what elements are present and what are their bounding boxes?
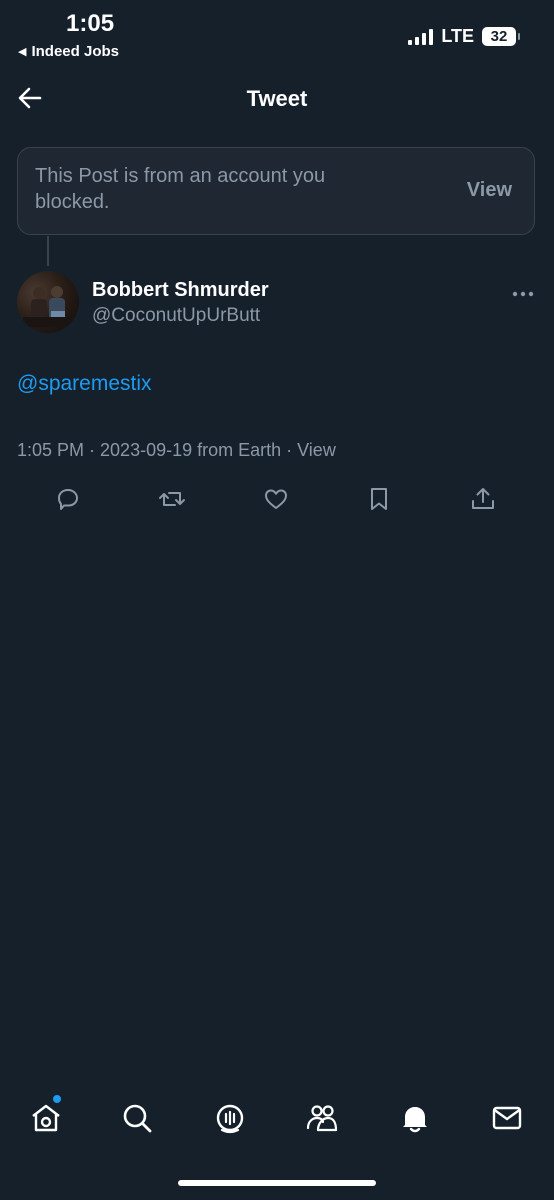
page-title: Tweet xyxy=(246,86,308,111)
battery-level: 32 xyxy=(490,28,508,45)
status-indicators: LTE 32 xyxy=(408,26,520,47)
search-icon[interactable] xyxy=(119,1100,155,1136)
tweet-meta: 1:05 PM · 2023-09-19 from Earth · View xyxy=(17,440,336,460)
reply-icon[interactable] xyxy=(53,484,83,514)
blocked-notice-text: This Post is from an account you blocked… xyxy=(35,165,326,213)
back-triangle-icon: ◀ xyxy=(18,46,27,58)
top-header: Tweet xyxy=(0,72,554,124)
signal-icon xyxy=(408,28,434,45)
thread-connector-line xyxy=(47,236,49,266)
back-app-label: Indeed Jobs xyxy=(31,43,119,60)
communities-icon[interactable] xyxy=(304,1100,340,1136)
more-options-icon[interactable] xyxy=(512,286,534,297)
spaces-icon[interactable] xyxy=(212,1100,248,1136)
bottom-tab-bar xyxy=(0,1090,554,1146)
network-label: LTE xyxy=(441,26,474,46)
tweet-actions xyxy=(0,480,554,520)
status-time: 1:05 xyxy=(66,10,115,37)
notifications-icon[interactable] xyxy=(397,1100,433,1136)
back-to-app-link[interactable]: ◀ Indeed Jobs xyxy=(18,43,119,60)
messages-icon[interactable] xyxy=(489,1100,525,1136)
author-display-name[interactable]: Bobbert Shmurder xyxy=(92,279,269,302)
home-indicator[interactable] xyxy=(178,1180,376,1186)
author-handle[interactable]: @CoconutUpUrButt xyxy=(92,305,260,327)
view-blocked-post-button[interactable]: View xyxy=(467,179,512,202)
bookmark-icon[interactable] xyxy=(364,484,394,514)
status-bar: 1:05 ◀ Indeed Jobs LTE 32 xyxy=(0,0,554,70)
retweet-icon[interactable] xyxy=(157,484,187,514)
battery-icon: 32 xyxy=(482,27,520,46)
tweet-mention-link[interactable]: @sparemestix xyxy=(17,372,152,396)
like-icon[interactable] xyxy=(261,484,291,514)
share-icon[interactable] xyxy=(468,484,498,514)
home-unread-badge xyxy=(53,1095,61,1103)
blocked-post-notice: This Post is from an account you blocked… xyxy=(17,147,535,235)
home-icon[interactable] xyxy=(28,1100,64,1136)
avatar[interactable] xyxy=(17,271,79,333)
